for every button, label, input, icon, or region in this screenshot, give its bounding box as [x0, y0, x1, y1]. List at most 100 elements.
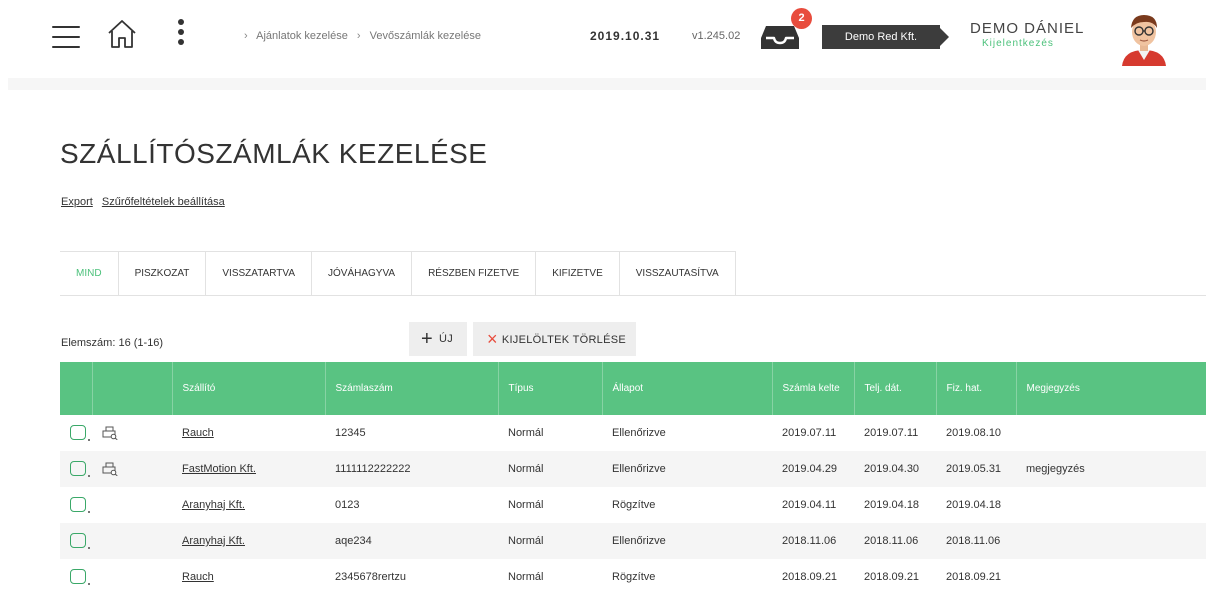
- row-checkbox[interactable]: [70, 569, 86, 585]
- supplier-link[interactable]: Rauch: [182, 427, 214, 439]
- breadcrumb-item-customer-invoices[interactable]: Vevőszámlák kezelése: [370, 30, 481, 42]
- filter-settings-link[interactable]: Szűrőfeltételek beállítása: [102, 196, 225, 208]
- new-button[interactable]: + ÚJ: [409, 322, 467, 356]
- invoice-number-cell: 2345678rertzu: [335, 571, 406, 583]
- row-marker: [88, 438, 90, 441]
- invoice-table: Szállító Számlaszám Típus Állapot Számla…: [60, 362, 1206, 595]
- column-header-note[interactable]: Megjegyzés: [1016, 362, 1206, 415]
- status-cell: Rögzítve: [612, 571, 656, 583]
- issue-date-cell: 2019.04.29: [772, 451, 854, 487]
- user-name: DEMO DÁNIEL: [970, 20, 1085, 37]
- row-checkbox[interactable]: [70, 425, 86, 441]
- due-date-cell: 2019.05.31: [936, 451, 1016, 487]
- breadcrumb: › Ajánlatok kezelése › Vevőszámlák kezel…: [238, 30, 481, 42]
- menu-icon[interactable]: [52, 26, 80, 48]
- column-header-invoice-number[interactable]: Számlaszám: [325, 362, 499, 415]
- table-row[interactable]: Rauch 12345 Normál Ellenőrizve 2019.07.11 201…: [60, 415, 1206, 451]
- tab-held[interactable]: VISSZATARTVA: [205, 252, 311, 296]
- select-cell: [60, 451, 92, 487]
- fulfilment-date-cell: 2019.04.30: [854, 451, 936, 487]
- select-cell: [60, 487, 92, 523]
- note-cell: [1016, 487, 1206, 523]
- notification-badge: 2: [791, 8, 812, 29]
- column-header-status[interactable]: Állapot: [602, 362, 773, 415]
- tab-rejected[interactable]: VISSZAUTASÍTVA: [618, 252, 735, 296]
- home-icon[interactable]: [106, 18, 138, 50]
- delete-selected-label: KIJELÖLTEK TÖRLÉSE: [501, 334, 627, 346]
- table-row[interactable]: FastMotion Kft. 1111112222222 Normál Ellenő…: [60, 451, 1206, 487]
- supplier-cell: FastMotion Kft.: [172, 451, 325, 487]
- page-links: Export Szűrőfeltételek beállítása: [61, 196, 231, 208]
- company-selector[interactable]: Demo Red Kft.: [822, 25, 949, 49]
- breadcrumb-separator: ›: [244, 30, 248, 42]
- print-preview-icon[interactable]: [102, 462, 118, 476]
- issue-date-cell: 2019.04.11: [782, 499, 837, 511]
- breadcrumb-item-offers[interactable]: Ajánlatok kezelése: [256, 30, 348, 42]
- due-date-cell: 2019.04.18: [946, 499, 1002, 511]
- actions-cell: [92, 487, 172, 523]
- supplier-cell: Aranyhaj Kft.: [172, 487, 325, 523]
- type-cell: Normál: [508, 571, 544, 583]
- tab-paid[interactable]: KIFIZETVE: [535, 252, 619, 296]
- row-checkbox[interactable]: [70, 461, 86, 477]
- row-marker: [88, 474, 90, 477]
- tabs-divider: [60, 295, 1206, 296]
- due-date-cell: 2019.08.10: [946, 427, 1002, 439]
- print-preview-icon[interactable]: [102, 426, 118, 440]
- tab-all[interactable]: MIND: [60, 252, 118, 296]
- column-header-fulfilment-date[interactable]: Telj. dát.: [854, 362, 937, 415]
- more-vertical-icon[interactable]: [176, 19, 186, 47]
- issue-date-cell: 2018.11.06: [772, 523, 854, 559]
- table-row[interactable]: Rauch 2345678rertzu Normál Rögzítve 2018.09.…: [60, 559, 1206, 595]
- tab-partially-paid[interactable]: RÉSZBEN FIZETVE: [411, 252, 535, 296]
- avatar[interactable]: [1120, 10, 1168, 66]
- actions-cell: [92, 559, 172, 595]
- table-row[interactable]: Aranyhaj Kft. aqe234 Normál Ellenőrizve 2018…: [60, 523, 1206, 559]
- note-cell: megjegyzés: [1016, 451, 1206, 487]
- close-icon: ×: [487, 329, 498, 349]
- actions-cell: [92, 415, 172, 451]
- row-marker: [88, 546, 90, 549]
- select-cell: [60, 415, 92, 451]
- tab-draft[interactable]: PISZKOZAT: [117, 252, 206, 296]
- row-checkbox[interactable]: [70, 497, 86, 513]
- header-divider: [8, 78, 1206, 90]
- row-marker: [88, 582, 90, 585]
- supplier-link[interactable]: FastMotion Kft.: [182, 463, 256, 475]
- row-checkbox[interactable]: [70, 533, 86, 549]
- column-header-actions: [92, 362, 173, 415]
- export-link[interactable]: Export: [61, 196, 93, 208]
- status-cell: Ellenőrizve: [602, 451, 772, 487]
- issue-date-cell: 2018.09.21: [782, 571, 838, 583]
- supplier-link[interactable]: Aranyhaj Kft.: [182, 535, 245, 547]
- column-header-supplier[interactable]: Szállító: [172, 362, 326, 415]
- breadcrumb-separator: ›: [356, 30, 361, 42]
- column-header-type[interactable]: Típus: [498, 362, 603, 415]
- select-cell: [60, 523, 92, 559]
- invoice-number-cell: 1111112222222: [325, 451, 498, 487]
- tab-approved[interactable]: JÓVÁHAGYVA: [311, 252, 411, 296]
- note-cell: [1016, 559, 1206, 595]
- due-date-cell: 2018.11.06: [936, 523, 1016, 559]
- supplier-link[interactable]: Aranyhaj Kft.: [182, 499, 245, 511]
- actions-cell: [92, 451, 172, 487]
- invoice-number-cell: 0123: [335, 499, 360, 511]
- type-cell: Normál: [498, 451, 602, 487]
- logout-link[interactable]: Kijelentkezés: [982, 38, 1054, 49]
- row-marker: [88, 510, 90, 513]
- delete-selected-button[interactable]: × KIJELÖLTEK TÖRLÉSE: [473, 322, 636, 356]
- fulfilment-date-cell: 2018.11.06: [854, 523, 936, 559]
- fulfilment-date-cell: 2019.04.18: [864, 499, 920, 511]
- new-button-label: ÚJ: [438, 333, 454, 345]
- status-cell: Ellenőrizve: [612, 427, 666, 439]
- status-tabs: MIND PISZKOZAT VISSZATARTVA JÓVÁHAGYVA R…: [60, 251, 736, 296]
- fulfilment-date-cell: 2018.09.21: [864, 571, 920, 583]
- supplier-cell: Aranyhaj Kft.: [172, 523, 325, 559]
- issue-date-cell: 2019.07.11: [782, 427, 837, 439]
- column-header-issue-date[interactable]: Számla kelte: [772, 362, 855, 415]
- page-title: SZÁLLÍTÓSZÁMLÁK KEZELÉSE: [60, 138, 488, 169]
- column-header-due-date[interactable]: Fiz. hat.: [936, 362, 1017, 415]
- supplier-link[interactable]: Rauch: [182, 571, 214, 583]
- table-row[interactable]: Aranyhaj Kft. 0123 Normál Rögzítve 2019.04.1…: [60, 487, 1206, 523]
- table-header: Szállító Számlaszám Típus Állapot Számla…: [60, 362, 1206, 415]
